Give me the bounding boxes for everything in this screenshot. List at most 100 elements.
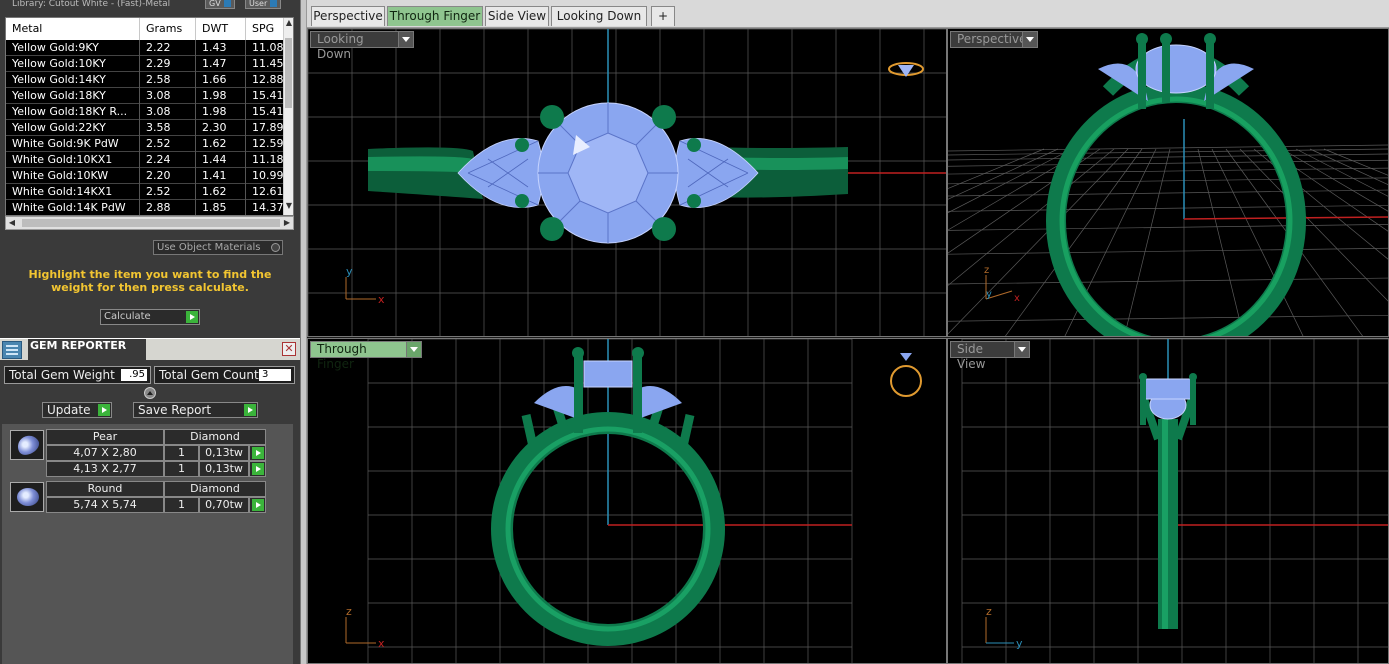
metal-spg: 11.45 (246, 56, 285, 72)
y-axis-label: y (986, 289, 992, 300)
play-icon[interactable] (252, 463, 264, 475)
table-row[interactable]: Yellow Gold:10KY 2.29 1.47 11.45 (6, 56, 285, 72)
collapse-icon[interactable] (144, 387, 156, 399)
chevron-down-icon[interactable] (406, 342, 421, 357)
gem-row-action[interactable] (249, 497, 266, 513)
table-row[interactable]: Yellow Gold:18KY R... 3.08 1.98 15.41 (6, 104, 285, 120)
gem-material: Diamond (164, 481, 266, 497)
play-icon[interactable] (252, 447, 264, 459)
calculate-button[interactable]: Calculate (100, 309, 200, 325)
col-metal[interactable]: Metal (6, 18, 140, 40)
axis-triad: z x (345, 605, 385, 650)
metal-grams: 2.22 (140, 40, 196, 56)
scroll-thumb[interactable] (22, 219, 280, 227)
play-icon[interactable] (252, 499, 264, 511)
viewport-label-perspective[interactable]: Perspective (950, 31, 1038, 48)
metal-spg: 14.37 (246, 200, 285, 215)
viewport-looking-down[interactable]: y x Looking Down (307, 28, 947, 337)
metal-spg: 17.89 (246, 120, 285, 136)
chevron-down-icon[interactable] (1014, 342, 1029, 357)
perspective-grid (948, 144, 1388, 336)
scroll-left-icon[interactable]: ◀ (6, 217, 18, 229)
user-dropdown[interactable]: User (245, 0, 282, 9)
metal-spg: 11.08 (246, 40, 285, 56)
chevron-down-icon (223, 0, 231, 7)
panel-splitter[interactable] (300, 0, 307, 664)
table-row[interactable]: White Gold:14KX1 2.52 1.62 12.61 (6, 184, 285, 200)
metal-grams: 3.08 (140, 104, 196, 120)
viewport-label-text: Side View (957, 342, 986, 371)
scroll-down-icon[interactable]: ▼ (284, 201, 293, 211)
table-row[interactable]: Yellow Gold:14KY 2.58 1.66 12.88 (6, 72, 285, 88)
table-row[interactable]: Yellow Gold:9KY 2.22 1.43 11.08 (6, 40, 285, 56)
total-gem-weight-value: .95 (121, 369, 147, 381)
table-row[interactable]: White Gold:9K PdW 2.52 1.62 12.59 (6, 136, 285, 152)
tab-looking-down[interactable]: Looking Down (551, 6, 647, 26)
metal-grams: 2.29 (140, 56, 196, 72)
gem-row-action[interactable] (249, 445, 266, 461)
save-report-button[interactable]: Save Report (133, 402, 258, 418)
metal-dwt: 2.30 (196, 120, 246, 136)
col-dwt[interactable]: DWT (196, 18, 246, 40)
use-object-materials-toggle[interactable]: Use Object Materials (153, 240, 283, 255)
side-view-scene: z y (961, 339, 1388, 663)
gem-reporter-title: GEM REPORTER (28, 339, 146, 361)
viewport-label-through-finger[interactable]: Through Finger (310, 341, 422, 371)
viewport-through-finger[interactable]: z x Through Finger (307, 338, 947, 664)
viewport-label-looking-down[interactable]: Looking Down (310, 31, 414, 61)
total-gem-count-label: Total Gem Count (159, 368, 259, 382)
play-icon[interactable] (244, 404, 256, 416)
y-axis-label: y (1016, 637, 1023, 650)
metal-table-hscroll[interactable]: ◀ ▶ (5, 216, 294, 230)
table-row[interactable]: White Gold:10KX1 2.24 1.44 11.18 (6, 152, 285, 168)
metal-dwt: 1.85 (196, 200, 246, 215)
chevron-down-icon (270, 0, 278, 7)
gem-material: Diamond (164, 429, 266, 445)
z-axis-label: z (986, 605, 992, 618)
calculate-hint: Highlight the item you want to find the … (28, 268, 272, 294)
metal-grams: 3.58 (140, 120, 196, 136)
update-button[interactable]: Update (42, 402, 112, 418)
metal-name: Yellow Gold:10KY (6, 56, 140, 72)
metal-spg: 11.18 (246, 152, 285, 168)
scroll-up-icon[interactable]: ▲ (284, 18, 293, 28)
add-tab-button[interactable]: + (651, 6, 675, 26)
radio-icon[interactable] (271, 243, 280, 252)
table-row[interactable]: Yellow Gold:22KY 3.58 2.30 17.89 (6, 120, 285, 136)
metal-name: White Gold:14K PdW (6, 200, 140, 215)
metal-grams: 2.88 (140, 200, 196, 215)
metal-name: White Gold:14KX1 (6, 184, 140, 200)
chevron-down-icon[interactable] (1022, 32, 1037, 47)
gv-dropdown[interactable]: GV (205, 0, 235, 9)
col-spg[interactable]: SPG (246, 18, 285, 40)
play-icon[interactable] (98, 404, 110, 416)
calculate-label: Calculate (104, 311, 151, 322)
metal-table-vscroll[interactable]: ▲ ▼ (283, 18, 293, 215)
scroll-thumb[interactable] (285, 38, 292, 108)
viewport-perspective[interactable]: z y x Perspective (947, 28, 1389, 337)
gem-row-action[interactable] (249, 461, 266, 477)
col-grams[interactable]: Grams (140, 18, 196, 40)
scroll-right-icon[interactable]: ▶ (281, 217, 293, 229)
metal-dwt: 1.41 (196, 168, 246, 184)
metal-dwt: 1.47 (196, 56, 246, 72)
gem-qty: 1 (164, 461, 199, 477)
gv-label: GV (209, 0, 221, 8)
metal-table: Metal Grams DWT SPG Yellow Gold:9KY 2.22 1… (5, 17, 294, 216)
looking-down-scene: y x (308, 29, 946, 336)
chevron-down-icon[interactable] (398, 32, 413, 47)
x-axis-label: x (378, 637, 385, 650)
table-row[interactable]: White Gold:10KW 2.20 1.41 10.99 (6, 168, 285, 184)
close-icon[interactable]: ✕ (282, 342, 296, 356)
viewport-label-side-view[interactable]: Side View (950, 341, 1030, 371)
tab-side-view[interactable]: Side View (485, 6, 549, 26)
tab-perspective[interactable]: Perspective (311, 6, 385, 26)
play-icon[interactable] (186, 311, 198, 323)
viewport-side-view[interactable]: z y Side View (947, 338, 1389, 664)
metal-grams: 2.52 (140, 136, 196, 152)
metal-spg: 12.59 (246, 136, 285, 152)
table-row[interactable]: Yellow Gold:18KY 3.08 1.98 15.41 (6, 88, 285, 104)
ring-side (1139, 373, 1197, 629)
table-row[interactable]: White Gold:14K PdW 2.88 1.85 14.37 (6, 200, 285, 215)
tab-through-finger[interactable]: Through Finger (387, 6, 483, 26)
